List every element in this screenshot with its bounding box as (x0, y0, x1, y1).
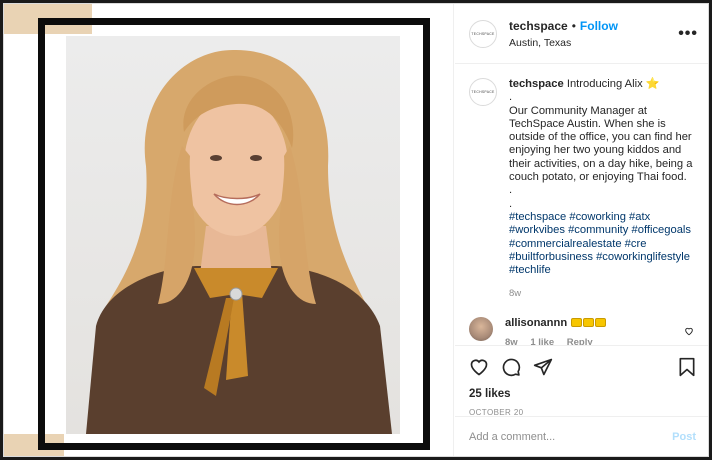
follow-button[interactable]: Follow (580, 19, 618, 33)
post-actions: 25 likes OCTOBER 20 (455, 346, 708, 417)
account-username[interactable]: techspace (509, 19, 568, 33)
hashtag-link[interactable]: #officegoals (632, 224, 692, 236)
post-header: TECHSPACE techspace • Follow Austin, Tex… (455, 4, 708, 64)
avatar-logo-text: TECHSPACE (471, 90, 495, 94)
hashtag-link[interactable]: #coworking (569, 211, 626, 223)
hashtag-link[interactable]: #coworkinglifestyle (596, 251, 690, 263)
more-options-button[interactable]: ••• (678, 25, 698, 43)
save-bookmark-icon[interactable] (678, 357, 696, 377)
caption: TECHSPACE techspace Introducing Alix ⭐ .… (469, 78, 696, 301)
caption-dot: . (509, 197, 513, 210)
caption-timestamp: 8w (509, 288, 522, 300)
commenter-username[interactable]: allisonannn (505, 317, 567, 329)
add-comment-bar: Add a comment... Post (455, 416, 708, 456)
hashtag-link[interactable]: #techspace (509, 211, 566, 223)
instagram-post-modal: TECHSPACE techspace • Follow Austin, Tex… (3, 3, 709, 457)
post-sidebar: TECHSPACE techspace • Follow Austin, Tex… (455, 4, 708, 456)
caption-intro: Introducing Alix (566, 78, 643, 90)
comment-meta: 8w 1 like Reply (505, 336, 696, 346)
caption-body: techspace Introducing Alix ⭐ . Our Commu… (509, 78, 696, 301)
post-comment-button[interactable]: Post (672, 431, 696, 443)
reply-button[interactable]: Reply (567, 337, 593, 345)
emoji-icon (583, 317, 595, 327)
like-heart-icon[interactable] (469, 357, 489, 377)
avatar-logo-text: TECHSPACE (471, 31, 495, 36)
hashtag-link[interactable]: #builtforbusiness (509, 251, 593, 263)
portrait-illustration (86, 49, 392, 434)
comments-section[interactable]: TECHSPACE techspace Introducing Alix ⭐ .… (455, 64, 708, 346)
caption-avatar[interactable]: TECHSPACE (469, 78, 497, 106)
caption-dot: . (509, 184, 513, 197)
hashtag-link[interactable]: #workvibes (509, 224, 565, 236)
emoji-icon (595, 317, 607, 327)
action-icons (469, 354, 696, 380)
emoji-icon (571, 317, 583, 327)
caption-username[interactable]: techspace (509, 78, 564, 90)
post-media[interactable] (4, 4, 454, 456)
like-comment-heart-icon[interactable] (684, 323, 694, 341)
header-row: techspace • Follow (509, 19, 678, 33)
hashtag-link[interactable]: #cre (625, 238, 647, 250)
comment-likes[interactable]: 1 like (530, 337, 554, 345)
hashtag-link[interactable]: #commercialrealestate (509, 238, 622, 250)
share-paper-plane-icon[interactable] (533, 357, 553, 377)
comment-bubble-icon[interactable] (501, 357, 521, 377)
comment-body: allisonannn 8w 1 like Reply (505, 317, 696, 346)
header-text: techspace • Follow Austin, Texas (509, 19, 678, 49)
hashtag-link[interactable]: #techlife (509, 264, 551, 276)
comment-timestamp: 8w (505, 336, 518, 346)
account-avatar[interactable]: TECHSPACE (469, 19, 497, 48)
hashtag-link[interactable]: #atx (629, 211, 650, 223)
comment-item: allisonannn 8w 1 like Reply (469, 316, 696, 346)
star-emoji: ⭐ (645, 78, 660, 90)
separator-dot: • (571, 18, 576, 33)
commenter-avatar[interactable] (469, 316, 493, 341)
caption-intro-line: techspace Introducing Alix ⭐ (509, 78, 696, 91)
caption-dot: . (509, 91, 513, 104)
caption-text: Our Community Manager at TechSpace Austi… (509, 104, 693, 184)
comment-line: allisonannn (505, 317, 696, 329)
hashtag-list: #techspace #coworking #atx #workvibes #c… (509, 211, 696, 277)
hashtag-link[interactable]: #community (568, 224, 628, 236)
comment-input[interactable]: Add a comment... (469, 431, 672, 443)
portrait-photo (66, 36, 400, 434)
post-location[interactable]: Austin, Texas (509, 37, 678, 49)
likes-count[interactable]: 25 likes (469, 388, 696, 400)
